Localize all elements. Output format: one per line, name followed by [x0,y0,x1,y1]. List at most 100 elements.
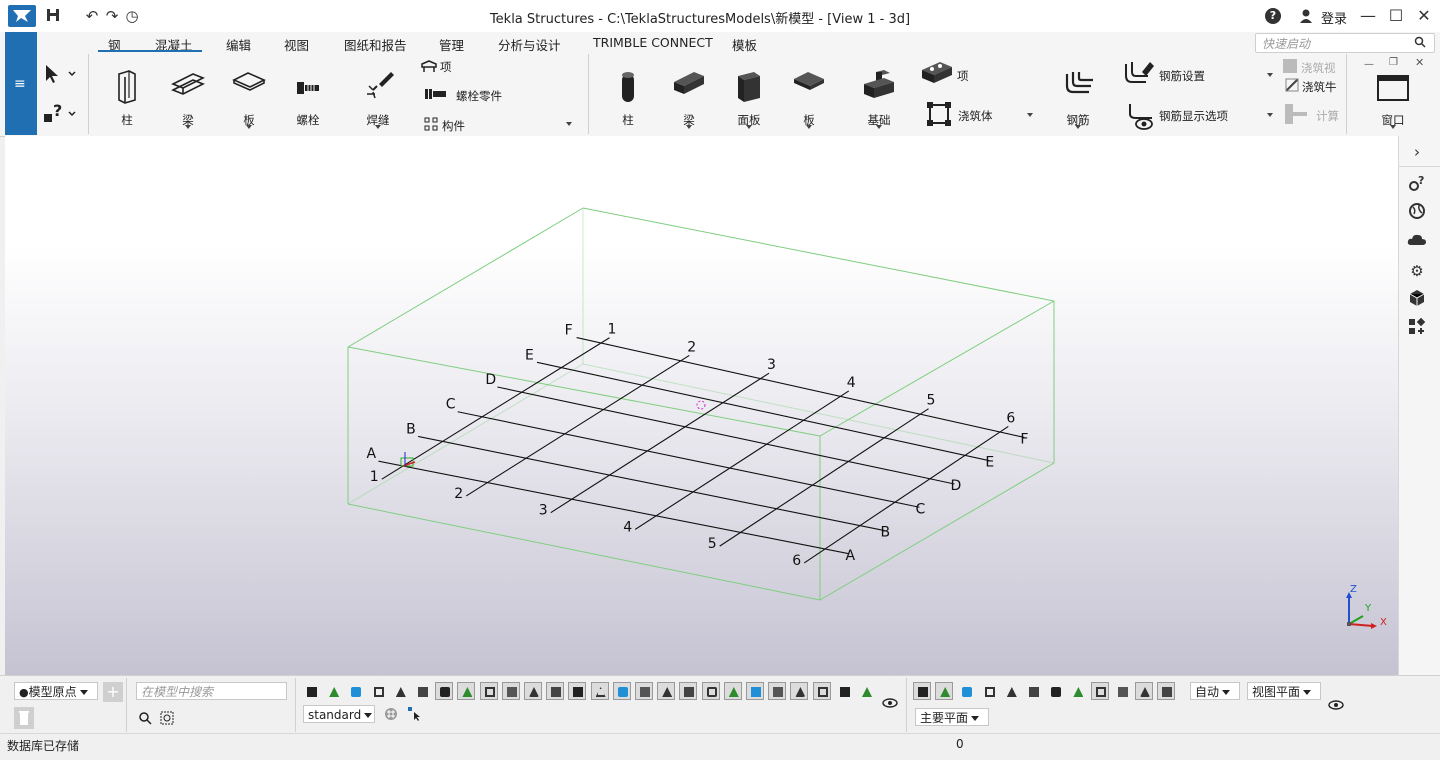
selection-switch-6-icon[interactable] [413,682,431,700]
tab-analysis[interactable]: 分析与设计 [498,35,561,54]
help-icon[interactable]: ? [1265,8,1281,24]
snap-switch-6-icon[interactable] [1024,682,1042,700]
close-icon[interactable]: ✕ [1414,6,1434,26]
concrete-item-button[interactable]: 项 [957,68,969,84]
model-search-input[interactable]: 在模型中搜索 [136,682,287,700]
window-button[interactable]: 窗口 [1370,54,1416,134]
inquire-tool-button[interactable]: ? [42,100,78,126]
maximize-icon[interactable]: ☐ [1386,6,1406,26]
snap-switch-12-icon[interactable] [1157,682,1176,700]
rebar-settings-dropdown-icon[interactable] [1267,73,1273,77]
chevron-down-icon[interactable] [806,125,812,129]
selection-switch-25-icon[interactable] [835,682,853,700]
cube-icon[interactable] [1406,289,1428,311]
snap-switch-7-icon[interactable] [1046,682,1064,700]
search-icon[interactable] [138,711,152,725]
selection-switch-20-icon[interactable] [723,682,742,700]
file-menu-button[interactable]: ≡ [5,32,37,135]
bolt-button[interactable]: 螺栓 [286,54,330,134]
selection-switch-2-icon[interactable] [324,682,342,700]
quick-launch-input[interactable]: 快速启动 [1255,33,1435,53]
snap-switch-5-icon[interactable] [1002,682,1020,700]
expand-panel-icon[interactable]: › [1406,141,1428,163]
cloud-icon[interactable] [1406,231,1428,253]
chevron-down-icon[interactable] [686,125,692,129]
steel-plate-button[interactable]: 板 [226,54,272,134]
pour-break-button[interactable]: 浇筑牛 [1302,79,1337,95]
snap-switch-10-icon[interactable] [1113,682,1131,700]
pour-dropdown-icon[interactable] [1027,113,1033,117]
model-view-3d[interactable]: 1 1 2 2 3 3 4 4 5 5 6 6 A A B B C C D D E E F F Z Y X [5,136,1398,675]
selection-switch-23-icon[interactable] [790,682,809,700]
selection-switch-16-icon[interactable] [635,682,653,700]
selection-switch-9-icon[interactable] [479,682,498,700]
gear-icon[interactable]: ⚙ [1406,260,1428,282]
selection-switch-22-icon[interactable] [768,682,787,700]
selection-switch-24-icon[interactable] [812,682,831,700]
rebar-display-dropdown-icon[interactable] [1267,113,1273,117]
snap-switch-2-icon[interactable] [935,682,954,700]
chevron-down-icon[interactable] [375,125,381,129]
rebar-button[interactable]: 钢筋 [1055,54,1101,134]
snap-switch-8-icon[interactable] [1068,682,1086,700]
minimize-icon[interactable]: — [1358,6,1378,26]
selection-switch-12-icon[interactable] [546,682,565,700]
selection-switch-4-icon[interactable] [369,682,387,700]
pick-point-icon[interactable] [408,707,422,721]
globe-icon[interactable] [1406,202,1428,224]
tab-trimble-connect[interactable]: TRIMBLE CONNECT [593,35,713,50]
ribbon-close-icon[interactable]: ✕ [1415,56,1424,69]
chevron-down-icon[interactable] [246,125,252,129]
selection-switch-14-icon[interactable] [590,682,609,700]
selection-switch-19-icon[interactable] [701,682,720,700]
bolt-parts-button[interactable]: 螺栓零件 [456,88,502,104]
rebar-display-button[interactable]: 钢筋显示选项 [1159,108,1228,124]
selection-switch-1-icon[interactable] [302,682,320,700]
selection-switch-3-icon[interactable] [346,682,364,700]
pour-object-button[interactable]: 浇筑体 [958,108,993,124]
login-link[interactable]: 登录 [1321,8,1347,27]
snap-switch-1-icon[interactable] [913,682,931,700]
properties-icon[interactable]: ? [1406,173,1428,195]
tab-view[interactable]: 视图 [284,35,309,54]
eye-icon[interactable] [1328,699,1344,710]
delete-plane-button[interactable] [14,707,34,729]
chevron-down-icon[interactable] [746,125,752,129]
snap-mode-select[interactable]: 自动 [1190,682,1240,700]
steel-group-expand-icon[interactable] [566,122,572,126]
tab-manage[interactable]: 管理 [439,35,464,54]
selection-filter-select[interactable]: standard [303,705,375,723]
snap-switch-11-icon[interactable] [1135,682,1153,700]
concrete-panel-button[interactable]: 面板 [726,54,772,134]
eye-icon[interactable] [882,697,898,708]
selection-switch-26-icon[interactable] [857,682,875,700]
search-area-icon[interactable] [160,711,174,725]
chevron-down-icon[interactable] [185,125,191,129]
component-button[interactable]: 构件 [442,118,465,134]
steel-column-button[interactable]: 柱 [105,54,149,134]
snap-switch-9-icon[interactable] [1090,682,1109,700]
selection-switch-11-icon[interactable] [524,682,542,700]
concrete-column-button[interactable]: 柱 [606,54,650,134]
steel-beam-button[interactable]: 梁 [165,54,211,134]
selection-switch-15-icon[interactable] [612,682,631,700]
snap-switch-3-icon[interactable] [957,682,975,700]
selection-switch-8-icon[interactable] [457,682,476,700]
selection-switch-7-icon[interactable] [435,682,454,700]
pour-view-button[interactable]: 浇筑视 [1301,60,1336,76]
selection-switch-21-icon[interactable] [746,682,764,700]
concrete-beam-button[interactable]: 梁 [666,54,712,134]
selection-switch-5-icon[interactable] [391,682,409,700]
calc-button[interactable]: 计算 [1316,108,1339,124]
tab-drawings[interactable]: 图纸和报告 [344,35,407,54]
concrete-slab-button[interactable]: 板 [786,54,832,134]
select-tool-button[interactable] [42,62,78,86]
steel-item-button[interactable]: 项 [440,59,452,75]
chevron-down-icon[interactable] [1390,125,1396,129]
tab-edit[interactable]: 编辑 [226,35,251,54]
user-icon[interactable] [1299,8,1313,24]
tab-templates[interactable]: 模板 [732,35,757,54]
snap-depth-select[interactable]: 主要平面 [915,708,989,726]
snap-plane-select[interactable]: 视图平面 [1247,682,1321,700]
footing-button[interactable]: 基础 [856,54,902,134]
